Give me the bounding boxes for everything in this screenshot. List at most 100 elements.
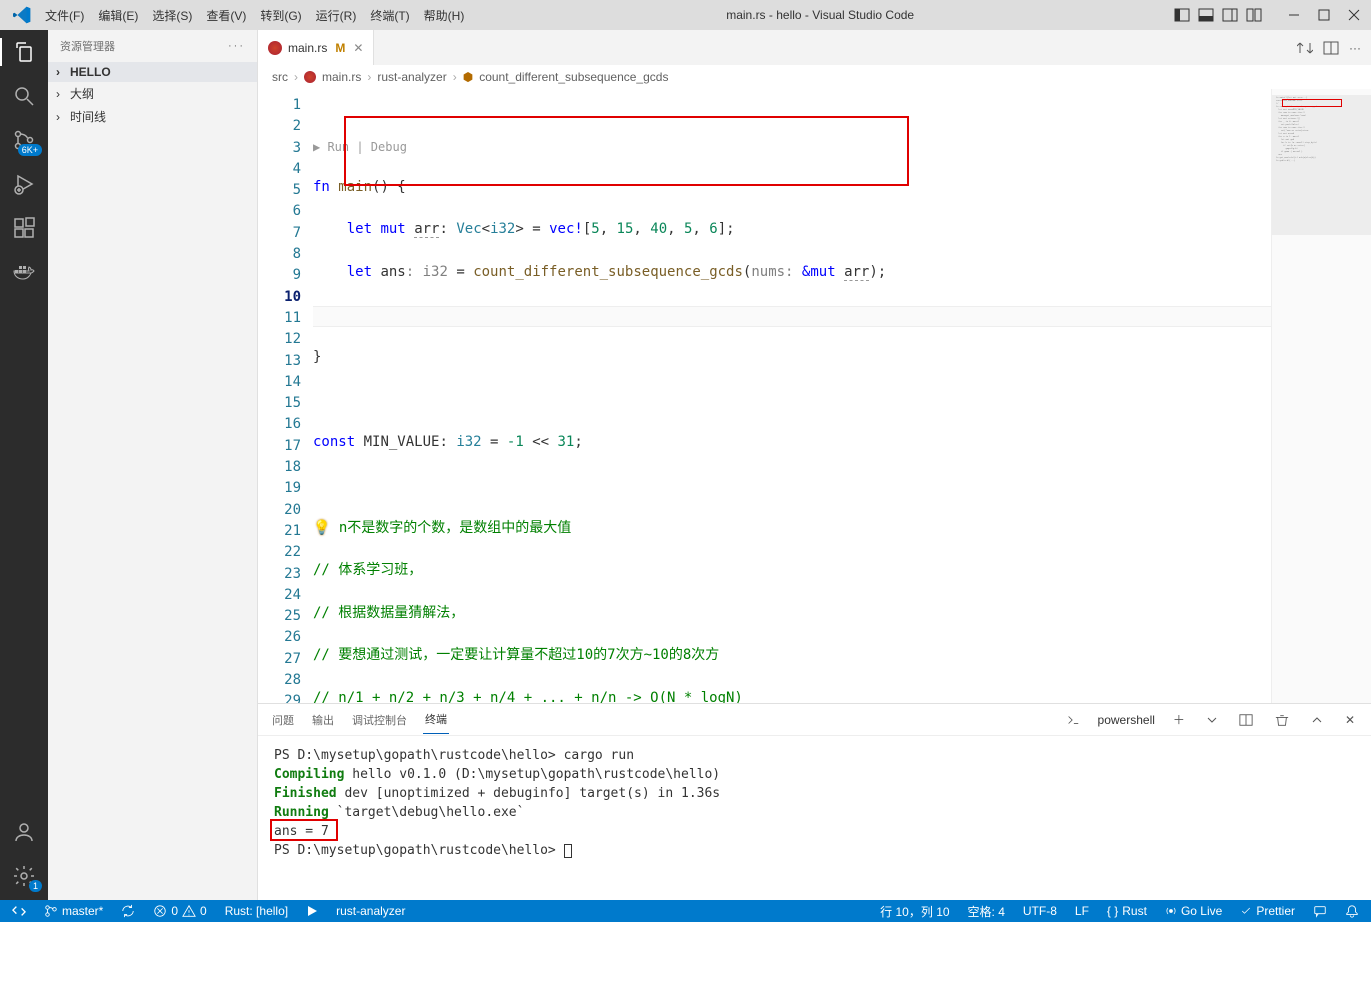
outline-label: 大纲 (70, 85, 94, 102)
terminal[interactable]: PS D:\mysetup\gopath\rustcode\hello> car… (258, 736, 1371, 900)
scm-badge: 6K+ (18, 144, 42, 156)
close-icon[interactable] (1342, 5, 1366, 25)
close-panel-icon[interactable]: ✕ (1341, 711, 1359, 729)
status-cursor-pos[interactable]: 行 10，列 10 (876, 903, 953, 920)
status-language[interactable]: { } Rust (1103, 904, 1151, 918)
minimap-viewport[interactable] (1272, 95, 1371, 235)
status-feedback-icon[interactable] (1309, 904, 1331, 918)
tab-actions: ··· (1287, 30, 1371, 65)
settings-gear-icon[interactable]: 1 (10, 862, 38, 890)
menu-view[interactable]: 查看(V) (200, 3, 252, 28)
minimap[interactable]: fn main(){let mut arr=...} const MIN_VAL… (1271, 89, 1371, 703)
breadcrumb-file[interactable]: main.rs (322, 70, 361, 84)
chevron-right-icon: › (453, 70, 457, 84)
sidebar-folder[interactable]: › HELLO (48, 62, 257, 82)
tab-main-rs[interactable]: main.rs M ✕ (258, 30, 374, 65)
bottom-panel: 问题 输出 调试控制台 终端 powershell ＋ ✕ PS D:\myse… (258, 703, 1371, 900)
menu-select[interactable]: 选择(S) (146, 3, 198, 28)
status-golive[interactable]: Go Live (1161, 904, 1226, 918)
settings-badge: 1 (29, 880, 42, 892)
status-prettier[interactable]: Prettier (1236, 904, 1299, 918)
status-bar: master* 0 0 Rust: [hello] rust-analyzer … (0, 900, 1371, 922)
status-eol[interactable]: LF (1071, 904, 1093, 918)
panel-tab-problems[interactable]: 问题 (270, 706, 296, 734)
layout-controls (1170, 5, 1266, 25)
status-encoding[interactable]: UTF-8 (1019, 904, 1061, 918)
panel-tab-debugcon[interactable]: 调试控制台 (350, 706, 409, 734)
source-control-icon[interactable]: 6K+ (10, 126, 38, 154)
chevron-right-icon: › (294, 70, 298, 84)
status-analyzer[interactable]: rust-analyzer (332, 904, 409, 918)
status-sync-icon[interactable] (117, 904, 139, 918)
sidebar-timeline[interactable]: › 时间线 (48, 105, 257, 128)
breadcrumbs[interactable]: src › main.rs › rust-analyzer › ⬢ count_… (258, 65, 1371, 89)
run-debug-icon[interactable] (10, 170, 38, 198)
panel-tab-output[interactable]: 输出 (310, 706, 336, 734)
menu-terminal[interactable]: 终端(T) (364, 3, 415, 28)
status-spaces[interactable]: 空格: 4 (964, 903, 1009, 920)
toggle-panel-left-icon[interactable] (1170, 5, 1194, 25)
current-line-highlight (313, 306, 1371, 327)
timeline-label: 时间线 (70, 108, 106, 125)
split-editor-icon[interactable] (1323, 40, 1339, 56)
sidebar: 资源管理器 ··· › HELLO › 大纲 › 时间线 (48, 30, 258, 900)
breadcrumb-src[interactable]: src (272, 70, 288, 84)
lightbulb-icon[interactable]: 💡 (313, 520, 330, 536)
kill-terminal-icon[interactable] (1271, 711, 1293, 729)
maximize-panel-icon[interactable] (1307, 712, 1327, 728)
chevron-right-icon: › (56, 87, 64, 101)
code-editor[interactable]: 1234567891011121314151617181920212223242… (258, 89, 1371, 703)
breadcrumb-symbol[interactable]: count_different_subsequence_gcds (479, 70, 668, 84)
menu-edit[interactable]: 编辑(E) (92, 3, 144, 28)
menu-file[interactable]: 文件(F) (39, 3, 90, 28)
split-terminal-icon[interactable] (1235, 711, 1257, 729)
tab-close-icon[interactable]: ✕ (353, 41, 363, 55)
editor-tabs: main.rs M ✕ ··· (258, 30, 1371, 65)
panel-tab-terminal[interactable]: 终端 (423, 705, 449, 734)
editor-area: main.rs M ✕ ··· src › main.rs › rust-ana… (258, 30, 1371, 900)
search-icon[interactable] (10, 82, 38, 110)
chevron-right-icon: › (56, 110, 64, 124)
toggle-panel-right-icon[interactable] (1218, 5, 1242, 25)
terminal-launch-profile-icon[interactable] (1062, 711, 1084, 729)
maximize-icon[interactable] (1312, 5, 1336, 25)
minimize-icon[interactable] (1282, 5, 1306, 25)
menu-go[interactable]: 转到(G) (254, 3, 307, 28)
explorer-icon[interactable] (10, 38, 38, 66)
window-title: main.rs - hello - Visual Studio Code (470, 8, 1170, 22)
sidebar-outline[interactable]: › 大纲 (48, 82, 257, 105)
accounts-icon[interactable] (10, 818, 38, 846)
code-content[interactable]: ▶ Run | Debug fn main() { let mut arr: V… (313, 89, 1371, 703)
status-rust-project[interactable]: Rust: [hello] (221, 904, 292, 918)
chevron-right-icon: › (56, 65, 64, 79)
status-bell-icon[interactable] (1341, 904, 1363, 918)
sidebar-title: 资源管理器 (60, 38, 115, 54)
compare-changes-icon[interactable] (1297, 40, 1313, 56)
status-remote-icon[interactable] (8, 904, 30, 918)
codelens-run-debug[interactable]: ▶ Run | Debug (313, 138, 1371, 156)
status-problems[interactable]: 0 0 (149, 904, 210, 918)
more-actions-icon[interactable]: ··· (1349, 41, 1361, 55)
status-branch[interactable]: master* (40, 904, 107, 918)
rust-file-icon (304, 71, 316, 83)
toggle-panel-bottom-icon[interactable] (1194, 5, 1218, 25)
new-terminal-icon[interactable]: ＋ (1169, 709, 1189, 730)
folder-name: HELLO (70, 65, 111, 79)
symbol-function-icon: ⬢ (463, 70, 473, 84)
extensions-icon[interactable] (10, 214, 38, 242)
menu-help[interactable]: 帮助(H) (418, 3, 471, 28)
chevron-right-icon: › (367, 70, 371, 84)
status-run-analyzer[interactable] (302, 905, 322, 917)
vscode-logo-icon (13, 6, 31, 24)
line-gutter: 1234567891011121314151617181920212223242… (258, 89, 313, 703)
sidebar-more-icon[interactable]: ··· (228, 40, 245, 52)
panel-tabs: 问题 输出 调试控制台 终端 powershell ＋ ✕ (258, 704, 1371, 736)
title-bar: 文件(F) 编辑(E) 选择(S) 查看(V) 转到(G) 运行(R) 终端(T… (0, 0, 1371, 30)
docker-icon[interactable] (10, 258, 38, 286)
terminal-dropdown-icon[interactable] (1203, 713, 1221, 727)
customize-layout-icon[interactable] (1242, 5, 1266, 25)
terminal-shell-label[interactable]: powershell (1098, 713, 1155, 727)
breadcrumb-analyzer[interactable]: rust-analyzer (377, 70, 446, 84)
menu-run[interactable]: 运行(R) (310, 3, 363, 28)
menu-bar: 文件(F) 编辑(E) 选择(S) 查看(V) 转到(G) 运行(R) 终端(T… (39, 3, 470, 28)
